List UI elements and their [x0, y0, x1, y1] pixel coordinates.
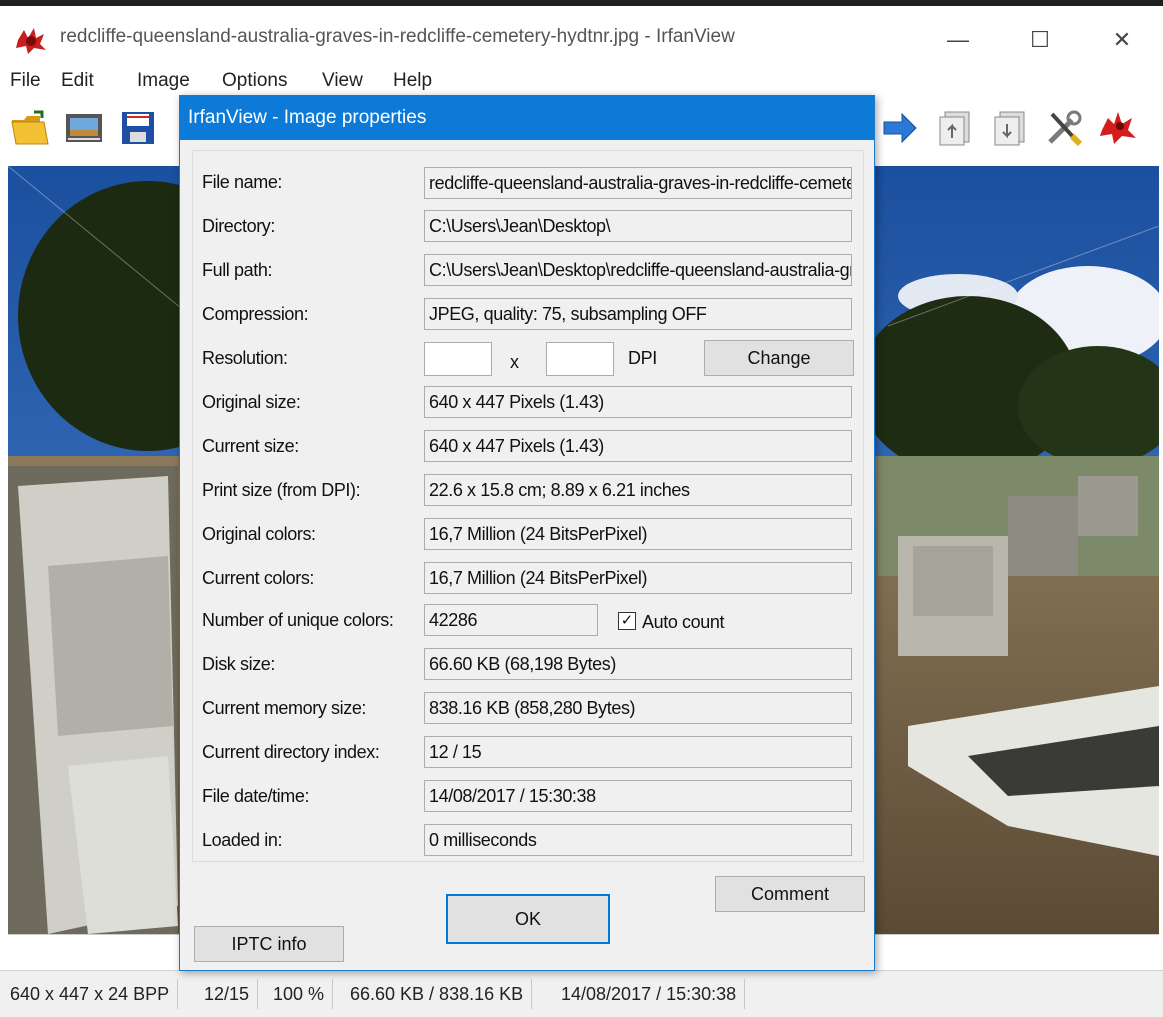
- menu-bar: File Edit Image Options View Help: [0, 68, 1163, 96]
- field-disk-size[interactable]: 66.60 KB (68,198 Bytes): [424, 648, 852, 680]
- label-file-name: File name:: [202, 172, 283, 192]
- open-folder-icon[interactable]: [10, 108, 50, 148]
- paste-page-icon[interactable]: [990, 108, 1030, 148]
- save-icon[interactable]: [118, 108, 158, 148]
- field-print-size[interactable]: 22.6 x 15.8 cm; 8.89 x 6.21 inches: [424, 474, 852, 506]
- label-resolution: Resolution:: [202, 348, 288, 368]
- menu-help[interactable]: Help: [393, 70, 432, 92]
- iptc-info-button[interactable]: IPTC info: [194, 926, 344, 962]
- status-index: 12/15: [196, 979, 259, 1009]
- status-dimensions: 640 x 447 x 24 BPP: [2, 979, 179, 1009]
- maximize-button[interactable]: ☐: [1020, 24, 1060, 56]
- label-compression: Compression:: [202, 304, 309, 324]
- label-disk-size: Disk size:: [202, 654, 276, 674]
- menu-edit[interactable]: Edit: [61, 70, 94, 92]
- close-button[interactable]: ✕: [1102, 24, 1142, 56]
- label-file-date: File date/time:: [202, 786, 310, 806]
- label-current-colors: Current colors:: [202, 568, 315, 588]
- field-full-path[interactable]: C:\Users\Jean\Desktop\redcliffe-queensla…: [424, 254, 852, 286]
- next-arrow-icon[interactable]: [880, 108, 920, 148]
- label-original-size: Original size:: [202, 392, 301, 412]
- label-loaded-in: Loaded in:: [202, 830, 283, 850]
- menu-options[interactable]: Options: [222, 70, 287, 92]
- settings-tools-icon[interactable]: [1044, 108, 1084, 148]
- field-original-size[interactable]: 640 x 447 Pixels (1.43): [424, 386, 852, 418]
- status-zoom: 100 %: [265, 979, 334, 1009]
- resolution-x-input[interactable]: [424, 342, 492, 376]
- ok-button[interactable]: OK: [446, 894, 610, 944]
- title-bar: redcliffe-queensland-australia-graves-in…: [0, 0, 1163, 68]
- field-loaded-in[interactable]: 0 milliseconds: [424, 824, 852, 856]
- minimize-button[interactable]: —: [938, 24, 978, 56]
- label-memory-size: Current memory size:: [202, 698, 367, 718]
- copy-page-icon[interactable]: [935, 108, 975, 148]
- dialog-title: IrfanView - Image properties: [180, 96, 874, 140]
- field-current-colors[interactable]: 16,7 Million (24 BitsPerPixel): [424, 562, 852, 594]
- field-file-date[interactable]: 14/08/2017 / 15:30:38: [424, 780, 852, 812]
- window-title: redcliffe-queensland-australia-graves-in…: [60, 26, 735, 47]
- status-size: 66.60 KB / 838.16 KB: [342, 979, 533, 1009]
- menu-image[interactable]: Image: [137, 70, 190, 92]
- change-resolution-button[interactable]: Change: [704, 340, 854, 376]
- menu-file[interactable]: File: [10, 70, 41, 92]
- label-current-size: Current size:: [202, 436, 299, 456]
- irfanview-logo-icon[interactable]: [1098, 108, 1138, 148]
- field-compression[interactable]: JPEG, quality: 75, subsampling OFF: [424, 298, 852, 330]
- slideshow-icon[interactable]: [64, 108, 104, 148]
- menu-view[interactable]: View: [322, 70, 363, 92]
- field-directory-index[interactable]: 12 / 15: [424, 736, 852, 768]
- field-directory[interactable]: C:\Users\Jean\Desktop\: [424, 210, 852, 242]
- irfanview-app-icon: [16, 28, 46, 54]
- label-directory-index: Current directory index:: [202, 742, 380, 762]
- field-original-colors[interactable]: 16,7 Million (24 BitsPerPixel): [424, 518, 852, 550]
- auto-count-label: Auto count: [642, 612, 725, 632]
- resolution-unit: DPI: [628, 348, 657, 368]
- image-properties-dialog: IrfanView - Image properties File name: …: [179, 95, 875, 971]
- resolution-y-input[interactable]: [546, 342, 614, 376]
- label-print-size: Print size (from DPI):: [202, 480, 361, 500]
- label-original-colors: Original colors:: [202, 524, 316, 544]
- auto-count-checkbox[interactable]: ✓: [618, 612, 636, 630]
- label-full-path: Full path:: [202, 260, 273, 280]
- field-memory-size[interactable]: 838.16 KB (858,280 Bytes): [424, 692, 852, 724]
- label-unique-colors: Number of unique colors:: [202, 610, 394, 630]
- status-datetime: 14/08/2017 / 15:30:38: [553, 979, 746, 1009]
- field-unique-colors[interactable]: 42286: [424, 604, 598, 636]
- label-directory: Directory:: [202, 216, 276, 236]
- field-file-name[interactable]: redcliffe-queensland-australia-graves-in…: [424, 167, 852, 199]
- field-current-size[interactable]: 640 x 447 Pixels (1.43): [424, 430, 852, 462]
- resolution-x-separator: x: [510, 352, 519, 372]
- status-bar: 640 x 447 x 24 BPP 12/15 100 % 66.60 KB …: [0, 970, 1163, 1017]
- comment-button[interactable]: Comment: [715, 876, 865, 912]
